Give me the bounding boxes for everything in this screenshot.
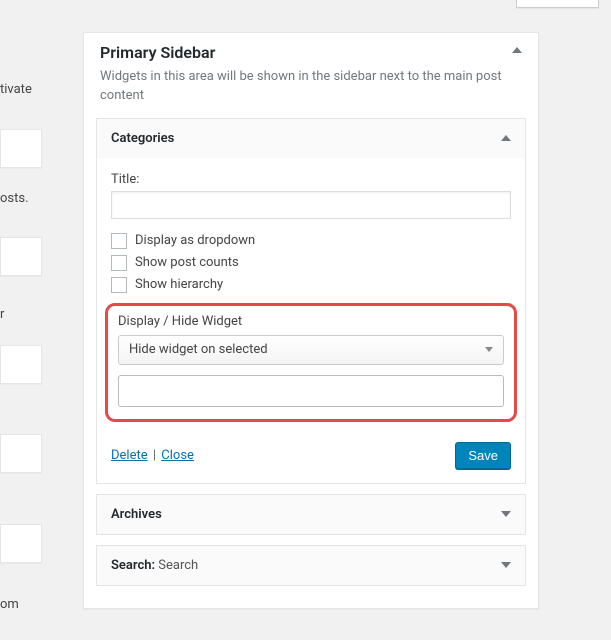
checkbox-hierarchy-label: Show hierarchy — [135, 277, 223, 292]
fragment-box-4 — [0, 434, 42, 473]
display-hide-select-value: Hide widget on selected — [129, 342, 268, 357]
widget-archives: Archives — [96, 494, 526, 535]
title-label: Title: — [111, 172, 511, 187]
fragment-box-2 — [0, 237, 42, 276]
fragment-label-r: r — [0, 307, 4, 322]
fragment-box-1 — [0, 129, 42, 168]
sidebar-description: Widgets in this area will be shown in th… — [100, 68, 522, 116]
widget-search-title: Search: Search — [111, 558, 198, 573]
chevron-down-icon — [485, 347, 493, 352]
widget-categories-body: Title: Display as dropdown Show post cou… — [97, 158, 525, 442]
widget-categories-header[interactable]: Categories — [97, 119, 525, 158]
fragment-box-3 — [0, 345, 42, 384]
checkbox-dropdown-label: Display as dropdown — [135, 233, 255, 248]
fragment-label-activate: tivate — [0, 82, 32, 97]
checkbox-hierarchy-row[interactable]: Show hierarchy — [111, 277, 511, 293]
checkbox-counts[interactable] — [111, 255, 127, 271]
widget-archives-title: Archives — [111, 507, 162, 522]
widget-search-header[interactable]: Search: Search — [97, 546, 525, 585]
checkbox-counts-row[interactable]: Show post counts — [111, 255, 511, 271]
fragment-box-5 — [0, 524, 42, 563]
sidebar-header[interactable]: Primary Sidebar Widgets in this area wil… — [84, 33, 538, 118]
link-separator: | — [151, 448, 158, 463]
chevron-up-icon — [501, 135, 511, 141]
widget-categories: Categories Title: Display as dropdown Sh… — [96, 118, 526, 484]
collapse-icon[interactable] — [512, 47, 522, 53]
widget-search-title-prefix: Search: — [111, 558, 155, 573]
title-input[interactable] — [111, 191, 511, 219]
primary-sidebar-panel: Primary Sidebar Widgets in this area wil… — [83, 32, 539, 609]
display-hide-label: Display / Hide Widget — [118, 314, 504, 329]
chevron-down-icon — [501, 511, 511, 517]
top-right-fragment — [516, 0, 599, 8]
widget-categories-title: Categories — [111, 131, 174, 146]
display-hide-select[interactable]: Hide widget on selected — [118, 335, 504, 365]
widget-action-links: Delete | Close — [111, 448, 194, 463]
widget-list: Categories Title: Display as dropdown Sh… — [84, 118, 538, 608]
fragment-label-om: om — [0, 597, 19, 612]
sidebar-title: Primary Sidebar — [100, 43, 522, 62]
display-hide-highlight: Display / Hide Widget Hide widget on sel… — [105, 303, 517, 422]
delete-link[interactable]: Delete — [111, 448, 148, 463]
widget-search: Search: Search — [96, 545, 526, 586]
close-link[interactable]: Close — [161, 448, 194, 463]
widget-categories-footer: Delete | Close Save — [97, 442, 525, 483]
widget-archives-header[interactable]: Archives — [97, 495, 525, 534]
checkbox-counts-label: Show post counts — [135, 255, 239, 270]
checkbox-hierarchy[interactable] — [111, 277, 127, 293]
checkbox-dropdown-row[interactable]: Display as dropdown — [111, 233, 511, 249]
widget-search-title-value: Search — [158, 558, 198, 573]
chevron-down-icon — [501, 562, 511, 568]
display-hide-multiselect[interactable] — [118, 375, 504, 407]
fragment-label-posts: osts. — [0, 191, 29, 206]
checkbox-dropdown[interactable] — [111, 233, 127, 249]
save-button[interactable]: Save — [455, 442, 511, 469]
